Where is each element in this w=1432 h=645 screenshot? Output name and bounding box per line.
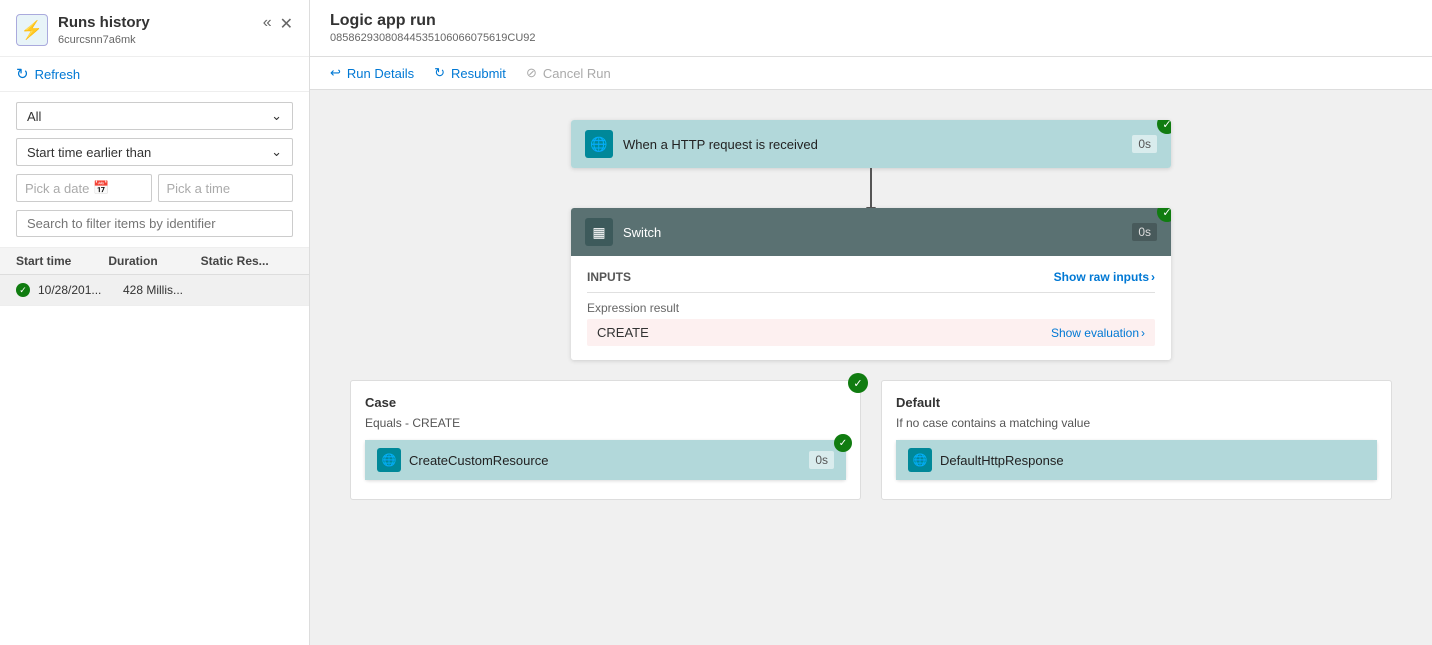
run-row[interactable]: 10/28/201... 428 Millis...	[0, 275, 309, 306]
http-trigger-node[interactable]: 🌐 When a HTTP request is received 0s ✓	[571, 120, 1171, 168]
time-filter-dropdown[interactable]: Start time earlier than ⌄	[16, 138, 293, 166]
time-placeholder: Pick a time	[167, 181, 231, 196]
case-subtitle: Equals - CREATE	[365, 416, 846, 430]
show-evaluation-button[interactable]: Show evaluation ›	[1051, 326, 1145, 340]
switch-node[interactable]: ▦ Switch 0s ✓ INPUTS Show raw inputs › E…	[571, 208, 1171, 360]
show-evaluation-label: Show evaluation	[1051, 326, 1139, 340]
inputs-label: INPUTS	[587, 270, 631, 284]
close-icon[interactable]: ✕	[280, 14, 293, 34]
switch-time: 0s	[1132, 223, 1157, 241]
inputs-section: INPUTS Show raw inputs ›	[587, 270, 1155, 284]
col-static-res: Static Res...	[201, 254, 293, 268]
http-trigger-title: When a HTTP request is received	[623, 137, 1122, 152]
panel-subtitle: 6curcsnn7a6mk	[58, 34, 136, 46]
switch-icon: ▦	[585, 218, 613, 246]
show-raw-inputs-label: Show raw inputs	[1054, 270, 1149, 284]
switch-body: INPUTS Show raw inputs › Expression resu…	[571, 256, 1171, 360]
resubmit-icon: ↻	[434, 65, 445, 81]
case-action-node[interactable]: 🌐 CreateCustomResource 0s ✓	[365, 440, 846, 480]
cancel-run-button[interactable]: ⊘ Cancel Run	[526, 65, 611, 81]
switch-title: Switch	[623, 225, 1122, 240]
resubmit-button[interactable]: ↻ Resubmit	[434, 65, 506, 81]
case-node-time: 0s	[809, 451, 834, 469]
filter-section: All ⌄ Start time earlier than ⌄ Pick a d…	[0, 92, 309, 248]
time-picker[interactable]: Pick a time	[158, 174, 294, 202]
col-start-time: Start time	[16, 254, 108, 268]
case-title: Case	[365, 395, 846, 410]
left-header: ⚡ Runs history 6curcsnn7a6mk « ✕	[0, 0, 309, 57]
default-box: Default If no case contains a matching v…	[881, 380, 1392, 500]
refresh-icon: ↻	[16, 65, 29, 83]
switch-header: ▦ Switch 0s	[571, 208, 1171, 256]
result-value-text: CREATE	[597, 325, 649, 340]
date-placeholder: Pick a date	[25, 181, 89, 196]
run-id: 08586293080844535106066075619CU92	[330, 32, 1412, 44]
collapse-icon[interactable]: «	[263, 14, 272, 34]
run-details-button[interactable]: ↩ Run Details	[330, 65, 414, 81]
app-icon: ⚡	[16, 14, 48, 46]
show-raw-inputs-button[interactable]: Show raw inputs ›	[1054, 270, 1155, 284]
flow-canvas: 🌐 When a HTTP request is received 0s ✓ ▦…	[310, 90, 1432, 645]
status-succeeded-icon	[16, 283, 30, 297]
status-filter-value: All	[27, 109, 41, 124]
default-node-header: 🌐 DefaultHttpResponse	[896, 440, 1377, 480]
right-header: Logic app run 08586293080844535106066075…	[310, 0, 1432, 57]
run-data: 10/28/201... 428 Millis...	[38, 283, 293, 297]
date-row: Pick a date 📅 Pick a time	[16, 174, 293, 202]
resubmit-label: Resubmit	[451, 66, 506, 81]
refresh-label: Refresh	[35, 67, 81, 82]
run-start-time: 10/28/201...	[38, 283, 123, 297]
case-default-row: ✓ Case Equals - CREATE 🌐 CreateCustomRes…	[350, 360, 1392, 500]
header-title-group: ⚡ Runs history 6curcsnn7a6mk	[16, 14, 150, 46]
status-filter-dropdown[interactable]: All ⌄	[16, 102, 293, 130]
default-title: Default	[896, 395, 1377, 410]
cancel-run-icon: ⊘	[526, 65, 537, 81]
case-node-title: CreateCustomResource	[409, 453, 801, 468]
table-header: Start time Duration Static Res...	[0, 248, 309, 275]
run-details-label: Run Details	[347, 66, 414, 81]
default-node-icon: 🌐	[908, 448, 932, 472]
http-trigger-icon: 🌐	[585, 130, 613, 158]
default-action-node[interactable]: 🌐 DefaultHttpResponse	[896, 440, 1377, 480]
search-input[interactable]	[16, 210, 293, 237]
chevron-down-icon-2: ⌄	[271, 144, 282, 160]
page-title: Logic app run	[330, 12, 1412, 30]
case-box: ✓ Case Equals - CREATE 🌐 CreateCustomRes…	[350, 380, 861, 500]
case-node-icon: 🌐	[377, 448, 401, 472]
divider-1	[587, 292, 1155, 293]
chevron-right-icon: ›	[1151, 270, 1155, 284]
default-node-title: DefaultHttpResponse	[940, 453, 1365, 468]
flow-container: 🌐 When a HTTP request is received 0s ✓ ▦…	[350, 120, 1392, 500]
action-bar: ↩ Run Details ↻ Resubmit ⊘ Cancel Run	[310, 57, 1432, 90]
refresh-button[interactable]: ↻ Refresh	[0, 57, 309, 92]
case-node-check-icon: ✓	[834, 434, 852, 452]
time-filter-value: Start time earlier than	[27, 145, 151, 160]
http-trigger-time: 0s	[1132, 135, 1157, 153]
expression-result-label: Expression result	[587, 301, 1155, 315]
arrow-connector-1	[870, 168, 872, 208]
calendar-icon: 📅	[93, 180, 109, 196]
chevron-right-icon-2: ›	[1141, 326, 1145, 340]
run-details-icon: ↩	[330, 65, 341, 81]
col-duration: Duration	[108, 254, 200, 268]
chevron-down-icon: ⌄	[271, 108, 282, 124]
left-panel: ⚡ Runs history 6curcsnn7a6mk « ✕ ↻ Refre…	[0, 0, 310, 645]
header-icons: « ✕	[263, 14, 293, 34]
default-subtitle: If no case contains a matching value	[896, 416, 1377, 430]
http-trigger-header: 🌐 When a HTTP request is received 0s	[571, 120, 1171, 168]
date-picker[interactable]: Pick a date 📅	[16, 174, 152, 202]
panel-title: Runs history	[58, 14, 150, 31]
right-panel: Logic app run 08586293080844535106066075…	[310, 0, 1432, 645]
case-check-icon: ✓	[848, 373, 868, 393]
run-static-res	[208, 283, 293, 297]
result-value-row: CREATE Show evaluation ›	[587, 319, 1155, 346]
cancel-run-label: Cancel Run	[543, 66, 611, 81]
run-duration: 428 Millis...	[123, 283, 208, 297]
header-text: Runs history 6curcsnn7a6mk	[58, 14, 150, 46]
case-node-header: 🌐 CreateCustomResource 0s	[365, 440, 846, 480]
